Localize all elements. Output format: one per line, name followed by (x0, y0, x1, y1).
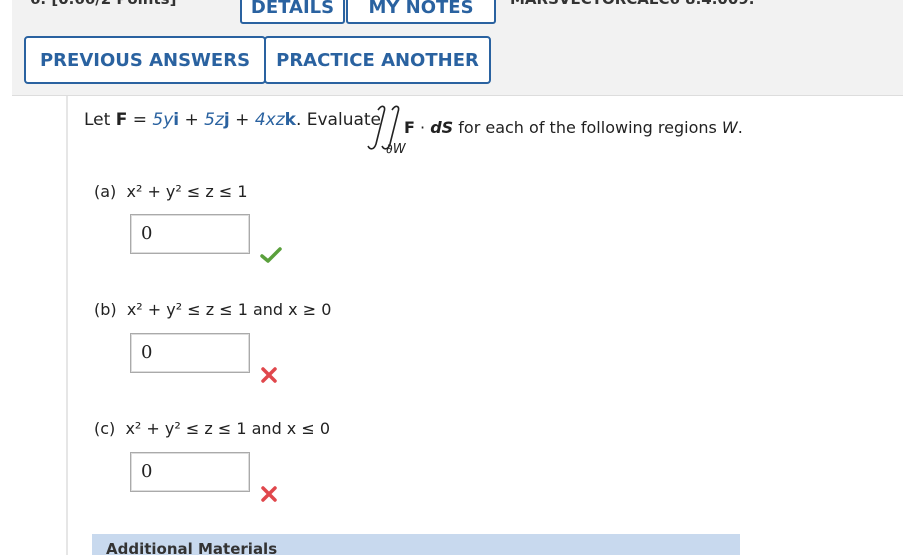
question-text-rest: F · dS for each of the following regions… (404, 118, 743, 137)
problem-id: MARSVECTORCALC6 8.4.009. (510, 0, 754, 8)
part-c-condition: (c) x² + y² ≤ z ≤ 1 and x ≤ 0 (94, 419, 331, 438)
question-header: 6. [0.66/2 Points] DETAILS MY NOTES MARS… (12, 0, 903, 96)
checkmark-icon (260, 247, 282, 263)
part-c-answer-input[interactable]: 0 (130, 452, 250, 492)
previous-answers-button[interactable]: PREVIOUS ANSWERS (24, 36, 266, 84)
part-b-condition: (b) x² + y² ≤ z ≤ 1 and x ≥ 0 (94, 300, 332, 319)
points-label: 6. [0.66/2 Points] (30, 0, 176, 8)
part-b-answer-input[interactable]: 0 (130, 333, 250, 373)
details-button[interactable]: DETAILS (240, 0, 345, 24)
integral-subscript: ∂W (386, 142, 406, 157)
question-text: Let F = 5yi + 5zj + 4xzk. Evaluate (84, 110, 382, 130)
my-notes-button[interactable]: MY NOTES (346, 0, 496, 24)
additional-materials-header[interactable]: Additional Materials (92, 534, 740, 558)
practice-another-button[interactable]: PRACTICE ANOTHER (264, 36, 491, 84)
part-a-condition: (a) x² + y² ≤ z ≤ 1 (94, 182, 248, 201)
part-a-answer-input[interactable]: 0 (130, 214, 250, 254)
cross-icon (261, 367, 277, 383)
cross-icon (261, 486, 277, 502)
content-divider (66, 96, 68, 555)
